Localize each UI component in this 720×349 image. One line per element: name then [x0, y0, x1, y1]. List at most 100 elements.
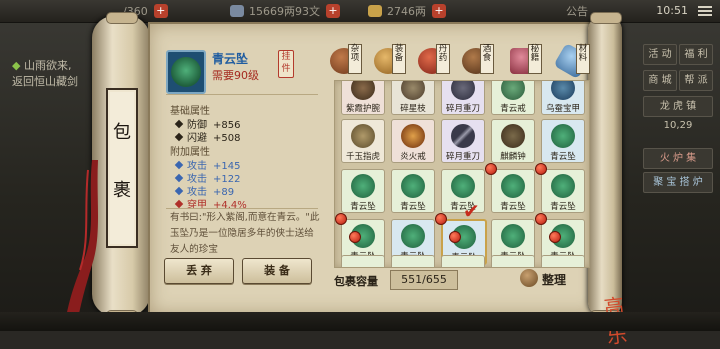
jade-pendant-icon — [501, 174, 525, 198]
tab-food[interactable]: 酒食 — [458, 44, 494, 78]
selected-check-icon: ✔ — [463, 199, 480, 223]
grid-slot[interactable]: 乌蚕宝甲 — [541, 81, 585, 115]
new-item-dot — [435, 213, 447, 225]
tab-misc[interactable]: 杂项 — [326, 44, 362, 78]
jade-pendant-icon — [501, 224, 525, 248]
jade-pendant-icon — [401, 224, 425, 248]
bullet-icon — [174, 160, 184, 170]
tab-label: 酒食 — [480, 44, 494, 74]
map-location[interactable]: 龙 虎 镇 10,29 — [643, 96, 713, 131]
gold-value: 2746两 — [387, 5, 426, 18]
grid-slot[interactable]: 炎火戒 — [391, 119, 435, 163]
grid-slot[interactable]: 千玉指虎 — [341, 119, 385, 163]
armor-icon — [551, 81, 575, 100]
new-item-dot — [485, 163, 497, 175]
new-item-dot — [335, 213, 347, 225]
grid-slot[interactable] — [341, 255, 385, 267]
treasure-furnace-button[interactable]: 聚 宝 搭 炉 — [643, 172, 713, 193]
tab-label: 材料 — [576, 44, 590, 74]
branch-icon — [401, 81, 425, 100]
mall-button[interactable]: 商 城 — [643, 70, 677, 91]
item-type-tag: 挂件 — [278, 50, 294, 78]
capacity-value: 551/655 — [390, 270, 458, 290]
clock: 10:51 — [656, 4, 688, 17]
grid-slot[interactable] — [441, 255, 485, 267]
grid-slot[interactable]: 青云坠 — [541, 119, 585, 163]
blade-icon — [451, 124, 475, 148]
grid-slot[interactable] — [391, 255, 435, 267]
grid-slot[interactable]: 青云戒 — [491, 81, 535, 115]
tab-manuals[interactable]: 秘籍 — [506, 44, 542, 78]
tidy-label: 整理 — [542, 273, 567, 287]
grid-slot[interactable]: 碎月重刀 — [441, 119, 485, 163]
add-gold-button[interactable]: + — [432, 4, 446, 18]
jade-pendant-icon — [451, 174, 475, 198]
bullet-icon — [174, 173, 184, 183]
jade-pendant-icon — [401, 174, 425, 198]
tab-equipment[interactable]: 装备 — [370, 44, 406, 78]
money-bag-icon — [520, 269, 538, 287]
bullet-icon — [174, 186, 184, 196]
grid-slot[interactable]: 青云坠 — [491, 169, 535, 213]
grid-slot[interactable]: 青云坠 — [541, 169, 585, 213]
notice-button[interactable]: 公告 — [566, 3, 588, 19]
tab-label: 装备 — [392, 44, 406, 74]
gang-button[interactable]: 帮 派 — [679, 70, 713, 91]
scroll-knob — [590, 12, 622, 24]
divider — [166, 208, 318, 209]
add-silver-button[interactable]: + — [326, 4, 340, 18]
equip-button[interactable]: 装 备 — [242, 258, 312, 284]
bottom-strip — [0, 312, 720, 331]
item-name: 青云坠 — [212, 52, 249, 66]
item-level-requirement: 需要90级 — [212, 69, 259, 82]
divider — [166, 94, 318, 95]
grid-slot[interactable]: 麒麟钟 — [491, 119, 535, 163]
wristguard-icon — [351, 81, 375, 100]
fire-ring-icon — [401, 124, 425, 148]
base-attr-row: 闪避 +508 — [174, 129, 240, 144]
grid-slot[interactable]: 碎星枝 — [391, 81, 435, 115]
tab-materials[interactable]: 材料 — [553, 42, 591, 80]
gold-counter: 2746两 + — [368, 3, 446, 19]
extra-attributes-title: 附加属性 — [170, 147, 210, 158]
new-item-dot — [535, 213, 547, 225]
quest-tracker[interactable]: ◆ 山雨欲来, 返回恒山藏剑 — [12, 58, 100, 90]
grid-slot[interactable]: 碎月重刀 — [441, 81, 485, 115]
gold-icon — [368, 5, 382, 17]
furnace-button[interactable]: 火 炉 集 — [643, 148, 713, 169]
activity-button[interactable]: 活 动 — [643, 44, 677, 65]
tab-pills[interactable]: 丹药 — [414, 44, 450, 78]
bullet-icon — [174, 132, 184, 142]
ring-icon — [501, 81, 525, 100]
jade-pendant-icon — [351, 174, 375, 198]
grid-slot[interactable]: 青云坠 — [341, 169, 385, 213]
welfare-button[interactable]: 福 利 — [679, 44, 713, 65]
scroll-knob — [106, 12, 138, 24]
silver-value: 15669两93文 — [249, 5, 320, 18]
new-item-dot — [449, 231, 461, 243]
jade-pendant-icon — [551, 174, 575, 198]
capacity-label: 包裹容量 — [334, 275, 378, 288]
tidy-button[interactable]: 整理 — [516, 267, 572, 291]
bell-icon — [501, 124, 525, 148]
bullet-icon — [174, 199, 184, 209]
notice-label: 公告 — [566, 5, 588, 18]
new-item-dot — [535, 163, 547, 175]
tab-label: 杂项 — [348, 44, 362, 74]
base-attributes-title: 基础属性 — [170, 106, 210, 117]
discard-button[interactable]: 丢 弃 — [164, 258, 234, 284]
blade-icon — [451, 81, 475, 100]
red-tassel-decoration — [64, 160, 98, 330]
item-description: 有书曰:"形入紫阁,而意在青云。"此玉坠乃是一位隐居多年的侠士送给友人的珍宝 — [170, 212, 320, 255]
bag-title-label: 包 裹 — [106, 88, 138, 248]
scroll-roll-right — [588, 12, 622, 322]
grid-slot[interactable]: 青云坠 — [391, 169, 435, 213]
add-energy-button[interactable]: + — [153, 4, 168, 18]
quest-line-2: 返回恒山藏剑 — [12, 75, 78, 88]
new-item-dot — [349, 231, 361, 243]
silver-counter: 15669两93文 + — [230, 3, 340, 19]
grid-slot[interactable]: 紫霞护腕 — [341, 81, 385, 115]
tab-label: 秘籍 — [528, 44, 542, 74]
silver-icon — [230, 5, 244, 17]
menu-icon[interactable] — [698, 4, 712, 16]
